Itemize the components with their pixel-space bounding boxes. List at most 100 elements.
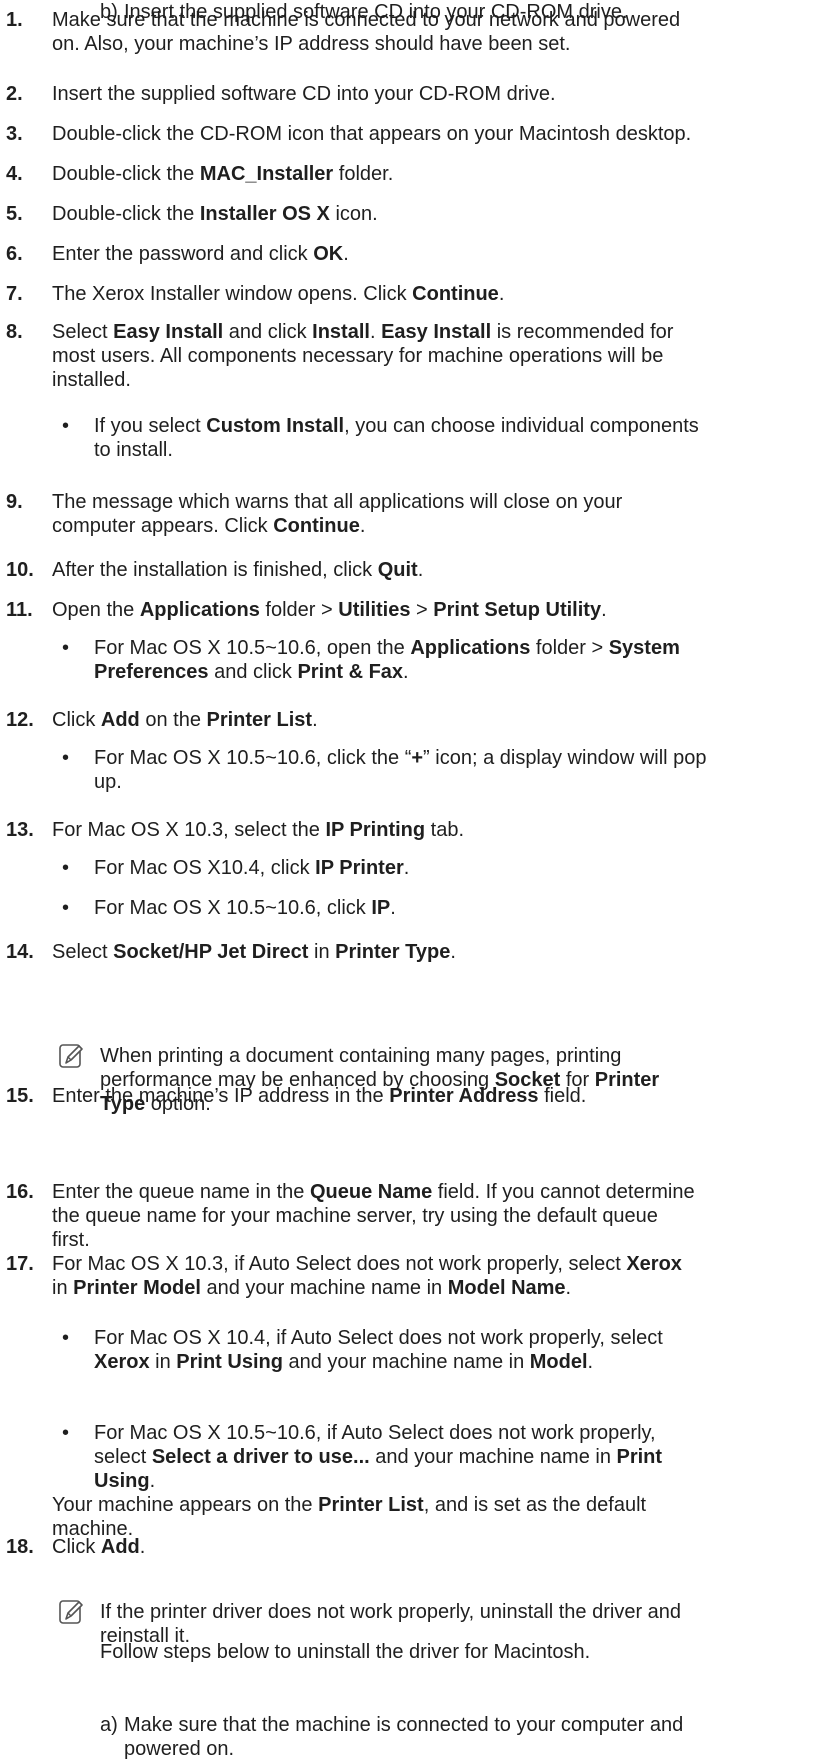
line-text: Click Add on the Printer List. (52, 708, 318, 732)
step-number: 4. (6, 163, 23, 185)
bold-term: Queue Name (309, 1181, 433, 1203)
line-text: Follow steps below to uninstall the driv… (100, 1640, 590, 1664)
line-text: Double-click the Installer OS X icon. (52, 202, 378, 226)
text-run: on the (139, 709, 207, 731)
line-text: installed. (52, 368, 131, 392)
text-run: and your machine name in (369, 1446, 617, 1468)
text-run: Click (52, 709, 101, 731)
step-number: 12. (6, 709, 34, 731)
line-text: For Mac OS X 10.4, if Auto Select does n… (94, 1326, 663, 1350)
text-run: . (417, 559, 424, 581)
step-number: 6. (6, 243, 23, 265)
step-number: 2. (6, 83, 23, 105)
step-number: 14. (6, 941, 34, 963)
line-text: Using. (94, 1469, 155, 1493)
text-run: Follow steps below to uninstall the driv… (100, 1641, 591, 1663)
line-text: Insert the supplied software CD into you… (52, 82, 556, 106)
substep-letter: b) (100, 1, 118, 23)
text-run: the queue name for your machine server, … (52, 1205, 658, 1227)
text-run: For Mac OS X 10.5~10.6, if Auto Select d… (94, 1422, 656, 1444)
bold-term: Print Setup Utility (433, 599, 602, 621)
step-number: 7. (6, 283, 23, 305)
step-number: 9. (6, 491, 23, 513)
text-run: Double-click the (52, 203, 200, 225)
bold-term: Printer Model (73, 1277, 201, 1299)
text-run: and your machine name in (282, 1351, 530, 1373)
step-number: 1. (6, 9, 23, 31)
line-text: first. (52, 1228, 90, 1252)
text-run: Your machine appears on the (52, 1494, 319, 1516)
text-run: . (403, 857, 410, 879)
text-run: > (410, 599, 434, 621)
text-run: and click (223, 321, 313, 343)
line-text: Select Socket/HP Jet Direct in Printer T… (52, 940, 456, 964)
line-text: Double-click the CD-ROM icon that appear… (52, 122, 691, 146)
bold-term: IP Printing (325, 819, 426, 841)
text-run: , and is set as the default (423, 1494, 647, 1516)
bullet-icon: • (62, 415, 70, 437)
line-text: Select Easy Install and click Install. E… (52, 320, 673, 344)
bold-term: OK (313, 243, 344, 265)
text-run: The Xerox Installer window opens. Click (52, 283, 413, 305)
step-number: 18. (6, 1536, 34, 1558)
text-run: installed. (52, 369, 131, 391)
line-text: Your machine appears on the Printer List… (52, 1493, 646, 1517)
text-run: ” icon; a display window will pop (423, 747, 707, 769)
bold-term: Socket/HP Jet Direct (113, 941, 309, 963)
text-run: . (601, 599, 607, 621)
bold-term: Printer List (318, 1494, 424, 1516)
step-number: 17. (6, 1253, 34, 1275)
text-run: Open the (52, 599, 140, 621)
text-run: If you select (94, 415, 207, 437)
text-run: Make sure that the machine is connected … (124, 1714, 684, 1736)
text-run: For Mac OS X 10.5~10.6, open the (94, 637, 411, 659)
line-text: When printing a document containing many… (100, 1044, 621, 1068)
line-text: Xerox in Print Using and your machine na… (94, 1350, 593, 1374)
bold-term: Install (312, 321, 370, 343)
text-run: . (369, 321, 382, 343)
text-run: For Mac OS X 10.5~10.6, click (94, 897, 372, 919)
substep-letter: a) (100, 1714, 118, 1736)
line-text: The message which warns that all applica… (52, 490, 622, 514)
bold-term: Preferences (94, 661, 209, 683)
line-text: powered on. (124, 1737, 234, 1761)
bold-term: IP (371, 897, 391, 919)
step-number: 10. (6, 559, 34, 581)
text-run: Insert the supplied software CD into you… (52, 83, 556, 105)
text-run: field. (538, 1085, 587, 1107)
text-run: up. (94, 771, 122, 793)
text-run: Enter the queue name in the (52, 1181, 310, 1203)
bold-term: Xerox (626, 1253, 682, 1275)
line-text: up. (94, 770, 122, 794)
text-run: first. (52, 1229, 90, 1251)
text-run: to install. (94, 439, 173, 461)
bold-term: Model (529, 1351, 588, 1373)
line-text: For Mac OS X 10.5~10.6, open the Applica… (94, 636, 680, 660)
step-number: 5. (6, 203, 23, 225)
text-run: The message which warns that all applica… (52, 491, 623, 513)
line-text: Insert the supplied software CD into you… (124, 0, 628, 24)
line-text: Enter the machine’s IP address in the Pr… (52, 1084, 586, 1108)
step-number: 11. (6, 599, 33, 621)
text-run: . (450, 941, 456, 963)
text-run: Click (52, 1536, 101, 1558)
line-text: For Mac OS X 10.5~10.6, if Auto Select d… (94, 1421, 656, 1445)
bold-term: Continue (273, 515, 360, 537)
line-text: most users. All components necessary for… (52, 344, 663, 368)
bold-term: Select a driver to use... (151, 1446, 370, 1468)
bold-term: Applications (139, 599, 260, 621)
line-text: For Mac OS X 10.3, select the IP Printin… (52, 818, 464, 842)
bold-term: Print (616, 1446, 663, 1468)
text-run: . (312, 709, 318, 731)
text-run: folder > (259, 599, 339, 621)
line-text: select Select a driver to use... and you… (94, 1445, 662, 1469)
bullet-icon: • (62, 897, 70, 919)
text-run: tab. (425, 819, 465, 841)
bullet-icon: • (62, 637, 70, 659)
text-run: field. If you cannot determine (432, 1181, 695, 1203)
text-run: Select (52, 321, 114, 343)
bullet-icon: • (62, 857, 70, 879)
step-number: 16. (6, 1181, 34, 1203)
text-run: . (498, 283, 505, 305)
text-run: folder > (530, 637, 609, 659)
